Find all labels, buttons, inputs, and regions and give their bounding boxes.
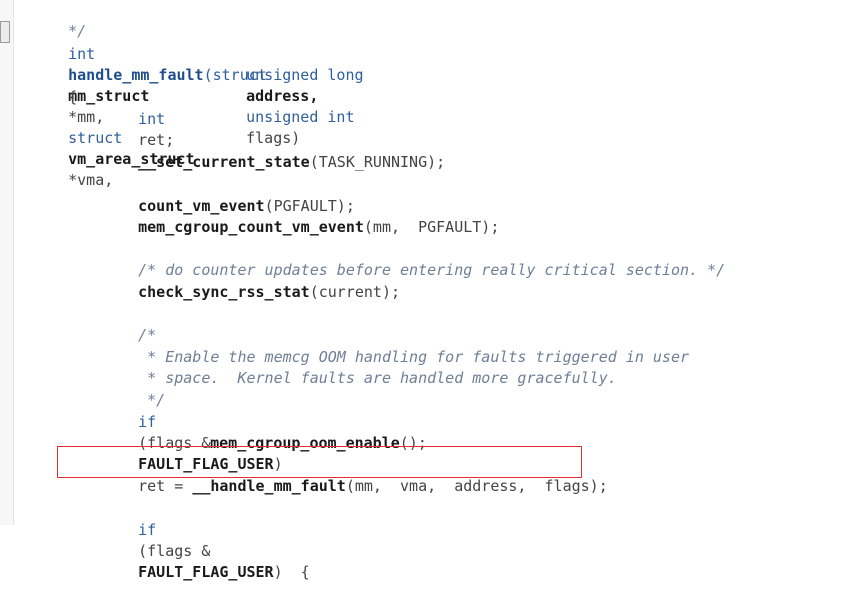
comment: * space. Kernel faults are handled more …	[138, 369, 617, 387]
condition: (flags &	[138, 542, 211, 560]
code-line: mem_cgroup_oom_enable();	[174, 412, 427, 452]
keyword: if	[138, 521, 157, 539]
code-line: __set_current_state(TASK_RUNNING);	[102, 131, 445, 171]
function-call: check_sync_rss_stat	[138, 283, 310, 301]
assignment: ret =	[138, 477, 193, 495]
code-line: mem_cgroup_count_vm_event(mm, PGFAULT);	[102, 196, 499, 236]
code-line: /* do counter updates before entering re…	[102, 239, 725, 279]
fold-marker-icon[interactable]	[0, 21, 10, 43]
code-line: if (flags & FAULT_FLAG_USER) {	[102, 499, 310, 581]
code-line: */	[102, 369, 165, 409]
type-keyword: unsigned long	[246, 66, 364, 84]
paren: ) {	[273, 563, 310, 581]
brace: {	[68, 88, 78, 106]
type-keyword: int	[138, 110, 166, 128]
code-line: if (flags & FAULT_FLAG_USER)	[102, 391, 283, 473]
code-line: int ret;	[102, 88, 174, 149]
constant: FAULT_FLAG_USER	[138, 563, 274, 581]
keyword: int	[68, 45, 96, 63]
keyword: if	[138, 413, 157, 431]
code-line: */	[32, 0, 86, 40]
code-line: * Enable the memcg OOM handling for faul…	[102, 326, 689, 366]
code-line: count_vm_event(PGFAULT);	[102, 175, 355, 215]
param: *mm,	[68, 108, 105, 126]
code-line: /*	[102, 304, 156, 344]
type-keyword: unsigned int	[246, 108, 355, 126]
editor-gutter	[0, 0, 14, 525]
param-name: address,	[246, 87, 319, 105]
arguments: (current);	[309, 283, 401, 301]
arguments: (mm, PGFAULT);	[363, 218, 500, 236]
arguments: (mm, vma, address, flags);	[345, 477, 608, 495]
function-signature-line: unsigned long address, unsigned int flag…	[210, 44, 363, 147]
function-signature-line: int handle_mm_fault(struct mm_struct *mm…	[32, 23, 267, 189]
code-line: {	[32, 66, 77, 106]
function-name: handle_mm_fault	[68, 66, 204, 84]
code-line: * space. Kernel faults are handled more …	[102, 347, 617, 387]
function-call: mem_cgroup_count_vm_event	[138, 218, 364, 236]
function-call: __set_current_state	[138, 153, 310, 171]
function-call: __handle_mm_fault	[192, 477, 346, 495]
highlight-rectangle	[57, 446, 582, 478]
code-line: check_sync_rss_stat(current);	[102, 261, 400, 301]
arguments: (TASK_RUNNING);	[309, 153, 446, 171]
